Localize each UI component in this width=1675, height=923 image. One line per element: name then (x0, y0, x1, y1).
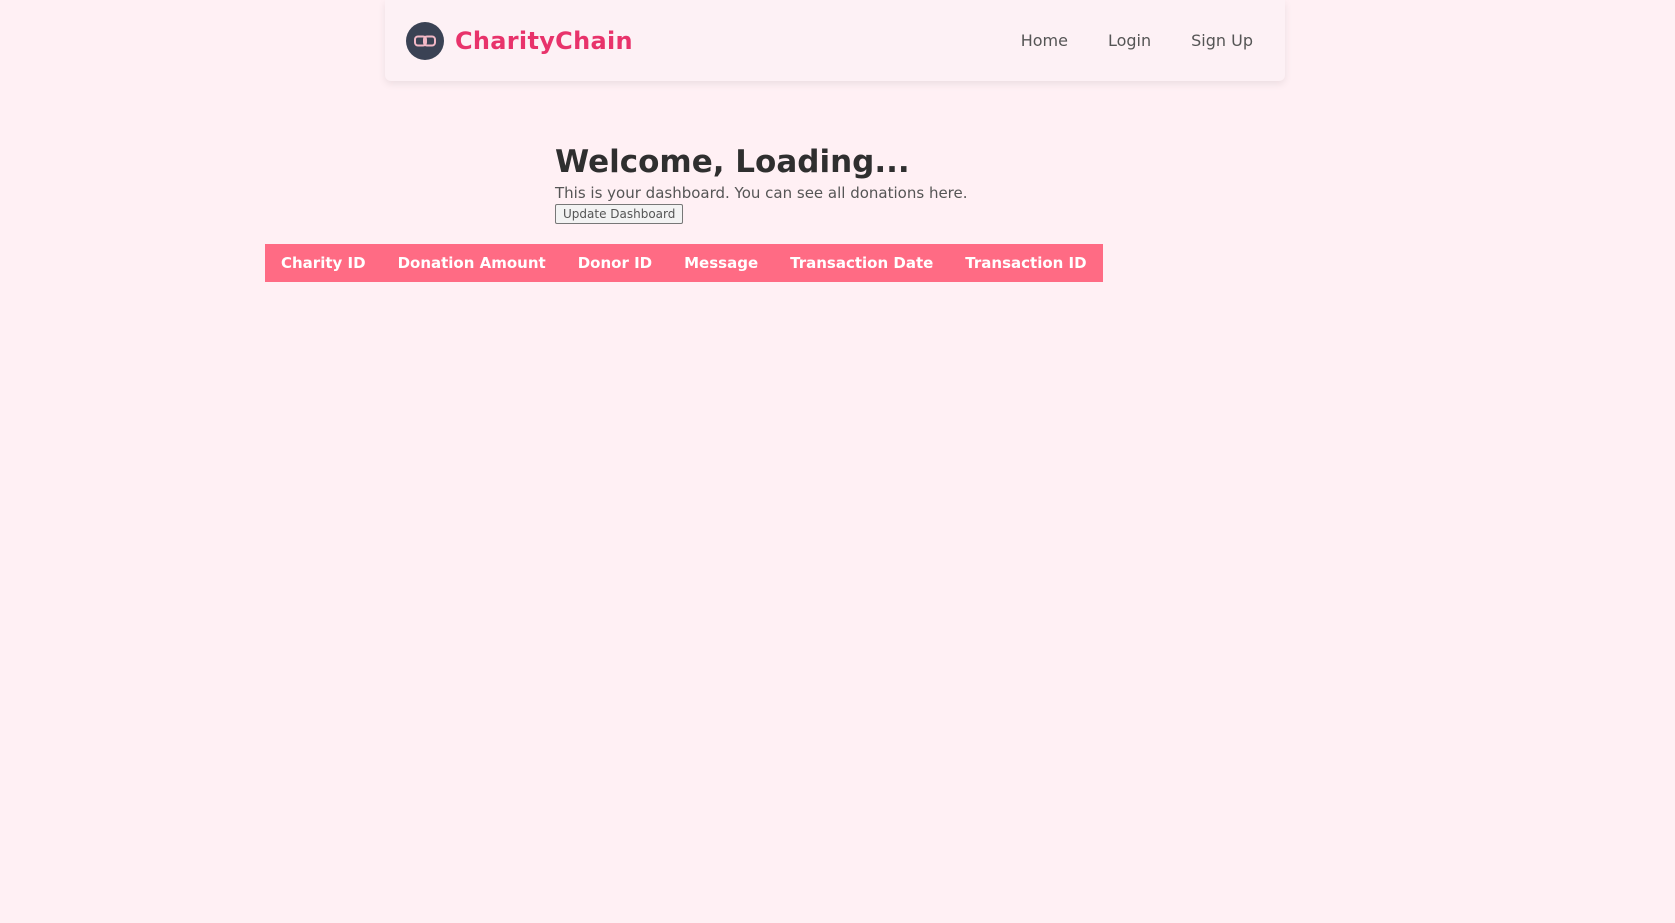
donations-table: Charity ID Donation Amount Donor ID Mess… (265, 244, 1103, 282)
table-header-row: Charity ID Donation Amount Donor ID Mess… (265, 244, 1103, 282)
column-header-donation-amount: Donation Amount (381, 244, 562, 282)
chain-link-icon (406, 21, 444, 60)
nav-link-login[interactable]: Login (1108, 31, 1151, 50)
column-header-donor-id: Donor ID (561, 244, 669, 282)
page-title: Welcome, Loading... (555, 144, 910, 180)
column-header-message: Message (668, 244, 775, 282)
nav-link-signup[interactable]: Sign Up (1191, 31, 1253, 50)
brand-name: CharityChain (455, 26, 633, 55)
nav-link-home[interactable]: Home (1021, 31, 1068, 50)
brand[interactable]: CharityChain (406, 21, 633, 60)
navbar: CharityChain Home Login Sign Up (385, 0, 1285, 81)
nav-links: Home Login Sign Up (1021, 31, 1253, 50)
column-header-charity-id: Charity ID (265, 244, 382, 282)
column-header-transaction-id: Transaction ID (949, 244, 1103, 282)
column-header-transaction-date: Transaction Date (774, 244, 950, 282)
update-dashboard-button[interactable]: Update Dashboard (555, 204, 684, 224)
page-subtitle: This is your dashboard. You can see all … (555, 184, 968, 202)
welcome-section: Welcome, Loading... This is your dashboa… (555, 141, 968, 224)
